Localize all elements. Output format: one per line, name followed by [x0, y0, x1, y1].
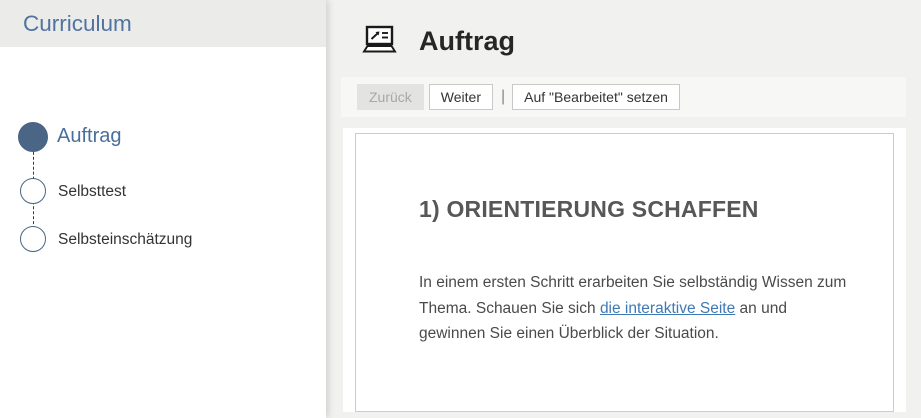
laptop-chart-icon	[361, 25, 398, 59]
next-button[interactable]: Weiter	[429, 84, 493, 110]
sidebar-item-selbsteinschaetzung[interactable]: Selbsteinschätzung	[0, 226, 326, 252]
content-card: 1) ORIENTIERUNG SCHAFFEN In einem ersten…	[355, 133, 894, 412]
main-content-area: Auftrag Zurück Weiter | Auf "Bearbeitet"…	[326, 0, 921, 418]
toolbar-separator: |	[501, 88, 505, 106]
step-circle-filled-icon	[18, 122, 48, 152]
content-heading: 1) ORIENTIERUNG SCHAFFEN	[419, 196, 853, 223]
sidebar-item-selbsttest[interactable]: Selbsttest	[0, 178, 326, 204]
curriculum-stepper-nav: Auftrag Selbsttest Selbsteinschätzung	[0, 47, 326, 418]
sidebar-item-label: Selbsttest	[58, 183, 126, 201]
navigation-toolbar: Zurück Weiter | Auf "Bearbeitet" setzen	[341, 77, 906, 117]
curriculum-sidebar: Curriculum Auftrag Selbsttest Selbsteins…	[0, 0, 326, 418]
content-panel: 1) ORIENTIERUNG SCHAFFEN In einem ersten…	[343, 128, 906, 412]
sidebar-header: Curriculum	[0, 0, 326, 47]
sidebar-item-label: Selbsteinschätzung	[58, 231, 192, 249]
sidebar-title: Curriculum	[23, 11, 132, 36]
interactive-page-link[interactable]: die interaktive Seite	[600, 300, 735, 317]
page-title: Auftrag	[419, 26, 515, 57]
mark-edited-button[interactable]: Auf "Bearbeitet" setzen	[512, 84, 680, 110]
step-circle-outline-icon	[20, 226, 46, 252]
content-paragraph: In einem ersten Schritt erarbeiten Sie s…	[419, 270, 852, 347]
step-circle-outline-icon	[20, 178, 46, 204]
sidebar-item-auftrag[interactable]: Auftrag	[0, 122, 326, 152]
back-button[interactable]: Zurück	[357, 84, 424, 110]
sidebar-item-label: Auftrag	[57, 125, 121, 148]
